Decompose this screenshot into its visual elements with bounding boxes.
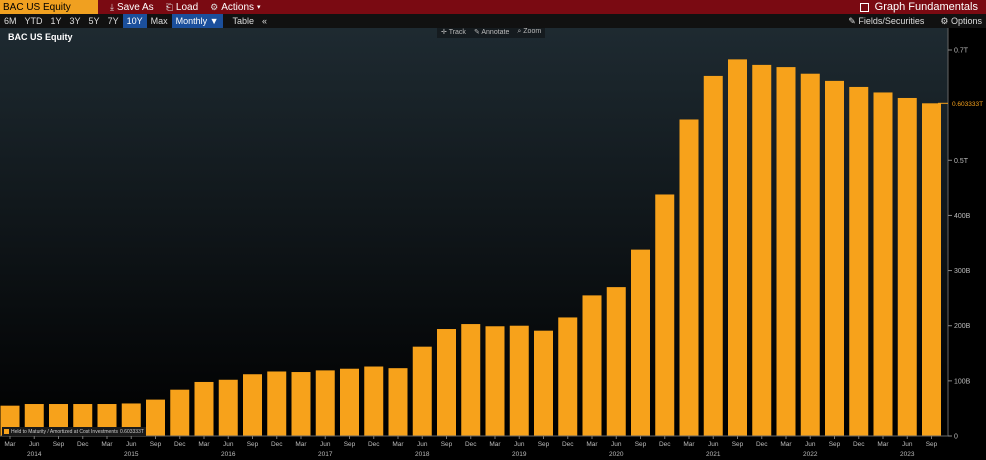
year-label: 2020: [609, 451, 624, 458]
x-tick-label: Dec: [562, 441, 574, 448]
bar: [485, 326, 505, 436]
year-label: 2019: [512, 451, 527, 458]
x-tick-label: Mar: [295, 441, 307, 448]
legend: Held to Maturity / Amortized at Cost Inv…: [2, 427, 146, 436]
bar: [825, 80, 844, 436]
x-tick-label: Jun: [126, 441, 137, 448]
x-tick-label: Dec: [368, 441, 380, 448]
x-tick-label: Mar: [780, 441, 792, 448]
bar: [267, 371, 287, 436]
bar: [146, 399, 165, 436]
bar: [897, 97, 917, 436]
x-tick-label: Sep: [441, 441, 453, 448]
bar: [291, 372, 311, 436]
x-tick-label: Mar: [586, 441, 598, 448]
bar: [509, 325, 529, 436]
x-tick-label: Sep: [732, 441, 744, 448]
x-tick-label: Sep: [926, 441, 938, 448]
year-label: 2017: [318, 451, 333, 458]
bar: [170, 389, 190, 436]
bar: [364, 366, 384, 436]
x-tick-label: Jun: [29, 441, 40, 448]
bar: [534, 330, 553, 436]
year-label: 2018: [415, 451, 430, 458]
x-tick-label: Dec: [465, 441, 477, 448]
x-tick-label: Sep: [150, 441, 162, 448]
x-tick-label: Dec: [174, 441, 186, 448]
bar: [679, 119, 699, 436]
year-label: 2016: [221, 451, 236, 458]
x-tick-label: Jun: [514, 441, 525, 448]
y-tick-label: 0: [954, 434, 958, 441]
x-tick-label: Mar: [877, 441, 889, 448]
bar: [703, 75, 723, 436]
x-tick-label: Sep: [247, 441, 259, 448]
x-tick-label: Dec: [853, 441, 865, 448]
legend-value: 0.603333T: [120, 428, 144, 435]
bar: [461, 324, 481, 436]
bar: [800, 73, 820, 436]
last-value-label: 0.603333T: [952, 101, 983, 108]
bar: [922, 103, 941, 437]
x-tick-label: Dec: [756, 441, 768, 448]
y-tick-label: 300B: [954, 268, 971, 275]
bar: [194, 381, 214, 436]
bar: [631, 249, 650, 436]
x-tick-label: Jun: [611, 441, 622, 448]
y-tick-label: 0.5T: [954, 158, 969, 165]
x-tick-label: Mar: [198, 441, 210, 448]
legend-label: Held to Maturity / Amortized at Cost Inv…: [11, 428, 118, 435]
bar: [582, 295, 602, 436]
x-tick-label: Sep: [344, 441, 356, 448]
bar: [243, 374, 262, 436]
y-tick-label: 400B: [954, 213, 971, 220]
year-label: 2021: [706, 451, 721, 458]
year-label: 2022: [803, 451, 818, 458]
bar: [776, 67, 796, 436]
x-tick-label: Mar: [392, 441, 404, 448]
y-tick-label: 200B: [954, 323, 971, 330]
x-tick-label: Dec: [271, 441, 283, 448]
bar: [752, 64, 772, 436]
x-tick-label: Mar: [683, 441, 695, 448]
y-tick-label: 100B: [954, 378, 971, 385]
year-label: 2014: [27, 451, 42, 458]
x-tick-label: Jun: [417, 441, 428, 448]
x-tick-label: Jun: [320, 441, 331, 448]
x-tick-label: Mar: [489, 441, 501, 448]
bar: [728, 59, 747, 436]
x-tick-label: Sep: [53, 441, 65, 448]
bar: [412, 346, 432, 436]
bar: [655, 194, 675, 436]
legend-swatch: [4, 429, 9, 434]
y-tick-label: 0.7T: [954, 48, 969, 55]
x-tick-label: Sep: [538, 441, 550, 448]
x-tick-label: Jun: [708, 441, 719, 448]
year-label: 2015: [124, 451, 139, 458]
x-tick-label: Sep: [635, 441, 647, 448]
bar: [218, 379, 238, 436]
x-tick-label: Dec: [659, 441, 671, 448]
bar: [873, 92, 893, 437]
year-label: 2023: [900, 451, 915, 458]
x-tick-label: Jun: [902, 441, 913, 448]
bar: [437, 329, 456, 436]
x-tick-label: Jun: [805, 441, 816, 448]
x-tick-label: Dec: [77, 441, 89, 448]
bar-chart: 0 100B 200B 300B 400B 0.5T 0.7T Mar Jun Sep Dec Mar…: [0, 28, 986, 458]
x-tick-label: Sep: [829, 441, 841, 448]
bar: [388, 368, 408, 436]
x-tick-label: Mar: [101, 441, 113, 448]
x-tick-label: Jun: [223, 441, 234, 448]
bar: [315, 370, 335, 436]
bar: [558, 317, 578, 436]
x-tick-label: Mar: [4, 441, 16, 448]
bar: [340, 368, 359, 436]
bar: [606, 287, 626, 436]
bar: [849, 86, 869, 437]
